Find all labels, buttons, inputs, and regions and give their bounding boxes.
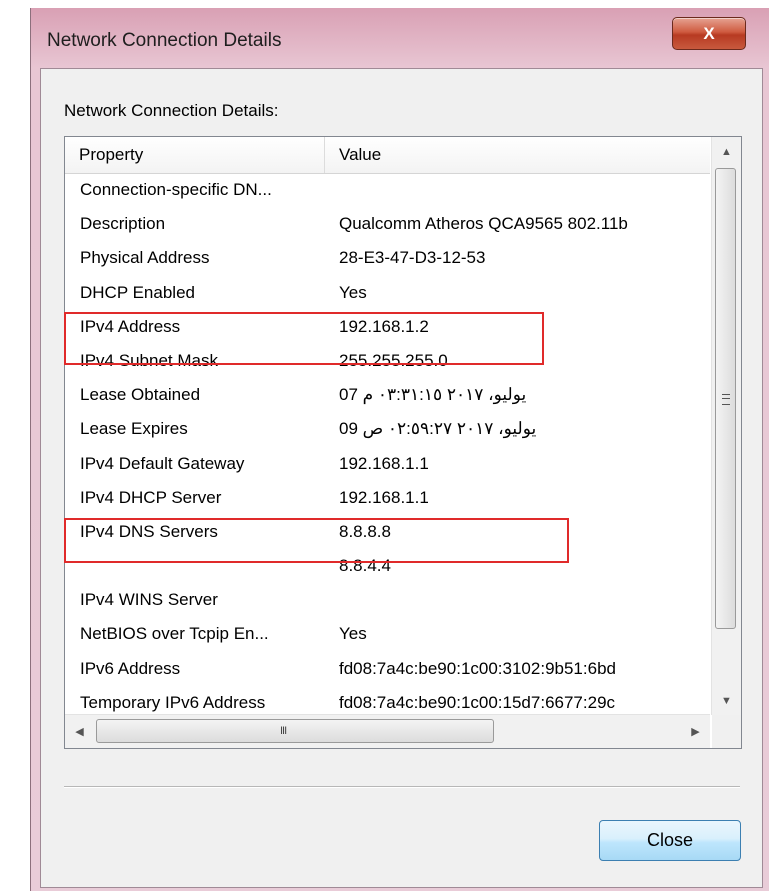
property-cell: IPv4 Default Gateway: [80, 453, 245, 473]
details-list[interactable]: Property Value Connection-specific DN...…: [64, 136, 742, 749]
grip-icon: [722, 394, 730, 405]
property-cell: IPv6 Address: [80, 658, 181, 678]
window-title: Network Connection Details: [47, 30, 282, 51]
dialog-client-area: Network Connection Details: Property Val…: [40, 68, 763, 888]
separator-line: [64, 786, 740, 788]
table-row[interactable]: NetBIOS over Tcpip En... Yes: [65, 617, 710, 651]
value-cell: Qualcomm Atheros QCA9565 802.11b: [339, 214, 628, 234]
table-row[interactable]: IPv4 Default Gateway 192.168.1.1: [65, 447, 710, 481]
value-cell: Yes: [339, 282, 367, 302]
property-cell: Temporary IPv6 Address: [80, 692, 266, 712]
vertical-scrollbar[interactable]: ▲ ▼: [711, 137, 741, 715]
details-label: Network Connection Details:: [64, 101, 279, 120]
value-cell: 28-E3-47-D3-12-53: [339, 248, 486, 268]
value-cell: 192.168.1.1: [339, 487, 429, 507]
horizontal-scroll-thumb[interactable]: III: [96, 719, 494, 743]
vertical-scroll-thumb[interactable]: [715, 168, 736, 629]
table-row[interactable]: DHCP Enabled Yes: [65, 276, 710, 310]
column-header-value[interactable]: Value: [325, 137, 710, 173]
column-header-property[interactable]: Property: [65, 137, 325, 173]
value-cell: 192.168.1.1: [339, 453, 429, 473]
table-row[interactable]: IPv4 DHCP Server 192.168.1.1: [65, 481, 710, 515]
horizontal-scrollbar[interactable]: ◀ III ▶: [65, 714, 710, 748]
table-row[interactable]: IPv6 Address fd08:7a4c:be90:1c00:3102:9b5…: [65, 652, 710, 686]
property-cell: Description: [80, 214, 166, 234]
value-cell: Yes: [339, 624, 367, 644]
list-header: Property Value: [65, 137, 710, 174]
scroll-down-arrow-icon[interactable]: ▼: [712, 686, 741, 715]
property-cell: Physical Address: [80, 248, 210, 268]
scroll-corner: [712, 715, 741, 748]
title-bar[interactable]: Network Connection Details X: [31, 8, 769, 66]
table-row[interactable]: Description Qualcomm Atheros QCA9565 802.…: [65, 207, 710, 241]
table-row[interactable]: IPv4 WINS Server: [65, 583, 710, 617]
value-cell: fd08:7a4c:be90:1c00:15d7:6677:29c: [339, 692, 616, 712]
close-icon: X: [703, 23, 715, 43]
property-cell: Lease Obtained: [80, 385, 201, 405]
property-cell: Lease Expires: [80, 419, 188, 439]
property-cell: NetBIOS over Tcpip En...: [80, 624, 269, 644]
value-cell: fd08:7a4c:be90:1c00:3102:9b51:6bd: [339, 658, 616, 678]
table-row[interactable]: Connection-specific DN...: [65, 173, 710, 207]
scroll-left-arrow-icon[interactable]: ◀: [65, 715, 94, 748]
close-button[interactable]: Close: [599, 820, 741, 861]
value-cell: يوليو، ٢٠١٧ ٠٢:٥٩:٢٧ ص 09: [339, 419, 537, 439]
property-cell: DHCP Enabled: [80, 282, 195, 302]
dialog-window: Network Connection Details X Network Con…: [30, 8, 769, 891]
grip-lines: III: [280, 725, 287, 737]
property-cell: IPv4 DHCP Server: [80, 487, 222, 507]
window-close-button[interactable]: X: [672, 17, 746, 50]
table-row[interactable]: Lease Obtained يوليو، ٢٠١٧ ٠٣:٣١:١٥ م 07: [65, 378, 710, 412]
background-strip: [0, 0, 769, 8]
value-cell: يوليو، ٢٠١٧ ٠٣:٣١:١٥ م 07: [339, 385, 527, 405]
table-row[interactable]: Physical Address 28-E3-47-D3-12-53: [65, 241, 710, 275]
highlight-ipv4-address: [64, 312, 544, 365]
table-row[interactable]: Lease Expires يوليو، ٢٠١٧ ٠٢:٥٩:٢٧ ص 09: [65, 412, 710, 446]
scroll-right-arrow-icon[interactable]: ▶: [681, 715, 710, 748]
scroll-up-arrow-icon[interactable]: ▲: [712, 137, 741, 166]
list-rows: Connection-specific DN... Description Qual…: [65, 173, 710, 713]
property-cell: Connection-specific DN...: [80, 180, 272, 199]
highlight-dns-servers: [64, 518, 569, 563]
property-cell: IPv4 WINS Server: [80, 590, 218, 610]
table-row[interactable]: Temporary IPv6 Address fd08:7a4c:be90:1c0…: [65, 686, 710, 713]
